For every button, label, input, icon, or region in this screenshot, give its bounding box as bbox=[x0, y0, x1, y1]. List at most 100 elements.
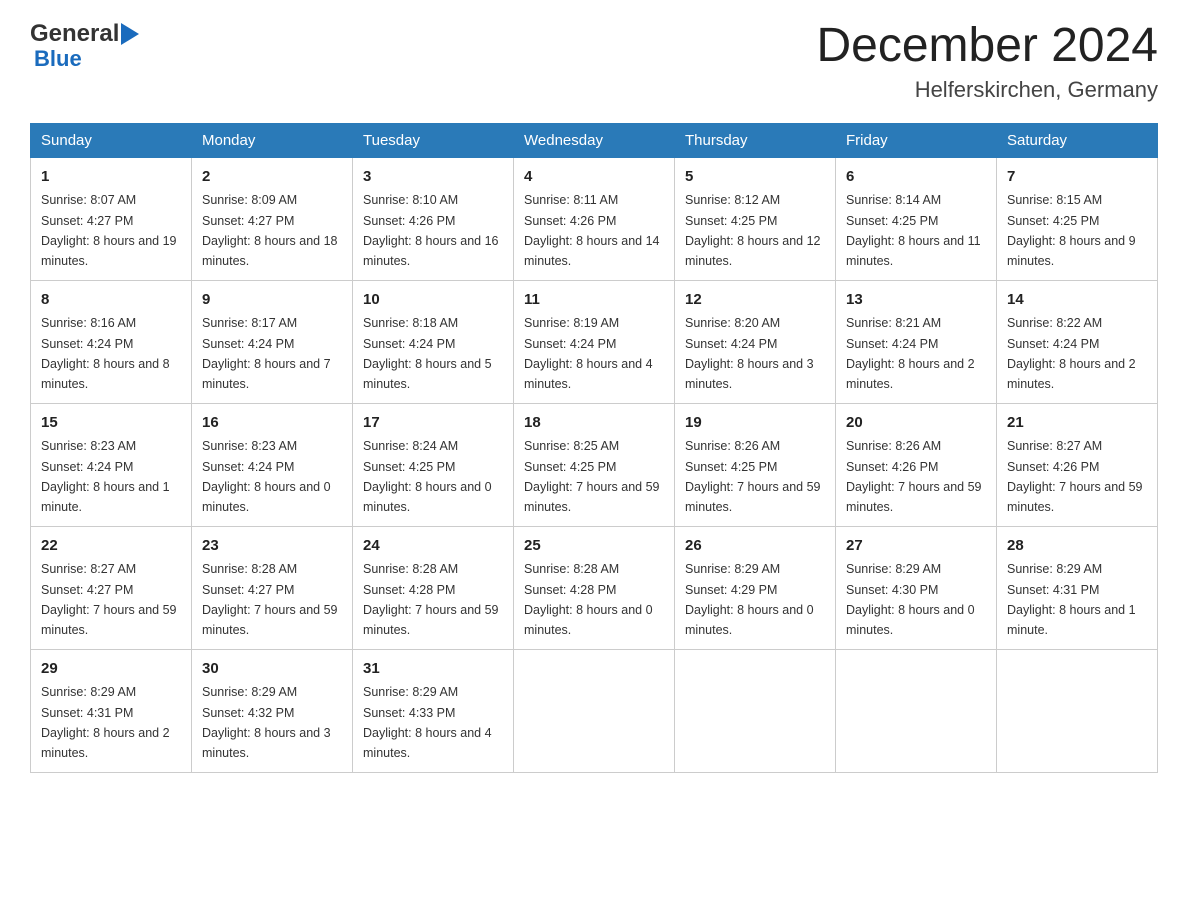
table-row: 10 Sunrise: 8:18 AMSunset: 4:24 PMDaylig… bbox=[353, 280, 514, 403]
day-number: 9 bbox=[202, 289, 342, 312]
month-title: December 2024 bbox=[816, 20, 1158, 73]
title-block: December 2024 Helferskirchen, Germany bbox=[816, 20, 1158, 103]
calendar-week-3: 15 Sunrise: 8:23 AMSunset: 4:24 PMDaylig… bbox=[31, 403, 1158, 526]
day-info: Sunrise: 8:19 AMSunset: 4:24 PMDaylight:… bbox=[524, 316, 653, 391]
table-row: 2 Sunrise: 8:09 AMSunset: 4:27 PMDayligh… bbox=[192, 157, 353, 280]
day-info: Sunrise: 8:16 AMSunset: 4:24 PMDaylight:… bbox=[41, 316, 170, 391]
day-info: Sunrise: 8:21 AMSunset: 4:24 PMDaylight:… bbox=[846, 316, 975, 391]
table-row: 7 Sunrise: 8:15 AMSunset: 4:25 PMDayligh… bbox=[997, 157, 1158, 280]
day-number: 23 bbox=[202, 535, 342, 558]
day-number: 8 bbox=[41, 289, 181, 312]
table-row: 6 Sunrise: 8:14 AMSunset: 4:25 PMDayligh… bbox=[836, 157, 997, 280]
logo-blue-text: Blue bbox=[34, 48, 82, 70]
table-row: 8 Sunrise: 8:16 AMSunset: 4:24 PMDayligh… bbox=[31, 280, 192, 403]
table-row: 17 Sunrise: 8:24 AMSunset: 4:25 PMDaylig… bbox=[353, 403, 514, 526]
day-number: 15 bbox=[41, 412, 181, 435]
day-info: Sunrise: 8:10 AMSunset: 4:26 PMDaylight:… bbox=[363, 193, 499, 268]
table-row bbox=[836, 649, 997, 772]
table-row: 3 Sunrise: 8:10 AMSunset: 4:26 PMDayligh… bbox=[353, 157, 514, 280]
col-thursday: Thursday bbox=[675, 123, 836, 157]
col-sunday: Sunday bbox=[31, 123, 192, 157]
day-number: 7 bbox=[1007, 166, 1147, 189]
day-number: 31 bbox=[363, 658, 503, 681]
day-number: 5 bbox=[685, 166, 825, 189]
table-row: 27 Sunrise: 8:29 AMSunset: 4:30 PMDaylig… bbox=[836, 526, 997, 649]
col-tuesday: Tuesday bbox=[353, 123, 514, 157]
calendar-week-1: 1 Sunrise: 8:07 AMSunset: 4:27 PMDayligh… bbox=[31, 157, 1158, 280]
table-row: 18 Sunrise: 8:25 AMSunset: 4:25 PMDaylig… bbox=[514, 403, 675, 526]
day-info: Sunrise: 8:29 AMSunset: 4:32 PMDaylight:… bbox=[202, 685, 331, 760]
day-info: Sunrise: 8:12 AMSunset: 4:25 PMDaylight:… bbox=[685, 193, 821, 268]
table-row: 5 Sunrise: 8:12 AMSunset: 4:25 PMDayligh… bbox=[675, 157, 836, 280]
day-info: Sunrise: 8:23 AMSunset: 4:24 PMDaylight:… bbox=[41, 439, 170, 514]
day-info: Sunrise: 8:22 AMSunset: 4:24 PMDaylight:… bbox=[1007, 316, 1136, 391]
calendar-week-5: 29 Sunrise: 8:29 AMSunset: 4:31 PMDaylig… bbox=[31, 649, 1158, 772]
table-row: 26 Sunrise: 8:29 AMSunset: 4:29 PMDaylig… bbox=[675, 526, 836, 649]
table-row bbox=[514, 649, 675, 772]
table-row: 14 Sunrise: 8:22 AMSunset: 4:24 PMDaylig… bbox=[997, 280, 1158, 403]
table-row: 29 Sunrise: 8:29 AMSunset: 4:31 PMDaylig… bbox=[31, 649, 192, 772]
day-info: Sunrise: 8:27 AMSunset: 4:26 PMDaylight:… bbox=[1007, 439, 1143, 514]
day-number: 12 bbox=[685, 289, 825, 312]
calendar-table: Sunday Monday Tuesday Wednesday Thursday… bbox=[30, 123, 1158, 773]
table-row: 13 Sunrise: 8:21 AMSunset: 4:24 PMDaylig… bbox=[836, 280, 997, 403]
day-number: 26 bbox=[685, 535, 825, 558]
day-number: 16 bbox=[202, 412, 342, 435]
day-info: Sunrise: 8:29 AMSunset: 4:29 PMDaylight:… bbox=[685, 562, 814, 637]
logo-arrow-icon bbox=[121, 23, 139, 45]
table-row: 21 Sunrise: 8:27 AMSunset: 4:26 PMDaylig… bbox=[997, 403, 1158, 526]
day-number: 22 bbox=[41, 535, 181, 558]
day-number: 10 bbox=[363, 289, 503, 312]
logo: General Blue bbox=[30, 20, 139, 70]
table-row: 11 Sunrise: 8:19 AMSunset: 4:24 PMDaylig… bbox=[514, 280, 675, 403]
day-info: Sunrise: 8:20 AMSunset: 4:24 PMDaylight:… bbox=[685, 316, 814, 391]
day-info: Sunrise: 8:26 AMSunset: 4:26 PMDaylight:… bbox=[846, 439, 982, 514]
calendar-week-4: 22 Sunrise: 8:27 AMSunset: 4:27 PMDaylig… bbox=[31, 526, 1158, 649]
day-number: 27 bbox=[846, 535, 986, 558]
page-header: General Blue December 2024 Helferskirche… bbox=[30, 20, 1158, 103]
table-row: 25 Sunrise: 8:28 AMSunset: 4:28 PMDaylig… bbox=[514, 526, 675, 649]
logo-general-text: General bbox=[30, 20, 119, 48]
day-number: 14 bbox=[1007, 289, 1147, 312]
day-number: 17 bbox=[363, 412, 503, 435]
day-number: 29 bbox=[41, 658, 181, 681]
table-row bbox=[997, 649, 1158, 772]
day-number: 1 bbox=[41, 166, 181, 189]
day-info: Sunrise: 8:07 AMSunset: 4:27 PMDaylight:… bbox=[41, 193, 177, 268]
header-row: Sunday Monday Tuesday Wednesday Thursday… bbox=[31, 123, 1158, 157]
day-info: Sunrise: 8:24 AMSunset: 4:25 PMDaylight:… bbox=[363, 439, 492, 514]
day-number: 25 bbox=[524, 535, 664, 558]
table-row: 19 Sunrise: 8:26 AMSunset: 4:25 PMDaylig… bbox=[675, 403, 836, 526]
day-number: 21 bbox=[1007, 412, 1147, 435]
table-row: 1 Sunrise: 8:07 AMSunset: 4:27 PMDayligh… bbox=[31, 157, 192, 280]
col-monday: Monday bbox=[192, 123, 353, 157]
table-row: 15 Sunrise: 8:23 AMSunset: 4:24 PMDaylig… bbox=[31, 403, 192, 526]
day-info: Sunrise: 8:28 AMSunset: 4:28 PMDaylight:… bbox=[524, 562, 653, 637]
table-row: 16 Sunrise: 8:23 AMSunset: 4:24 PMDaylig… bbox=[192, 403, 353, 526]
day-info: Sunrise: 8:27 AMSunset: 4:27 PMDaylight:… bbox=[41, 562, 177, 637]
col-wednesday: Wednesday bbox=[514, 123, 675, 157]
table-row: 4 Sunrise: 8:11 AMSunset: 4:26 PMDayligh… bbox=[514, 157, 675, 280]
table-row: 9 Sunrise: 8:17 AMSunset: 4:24 PMDayligh… bbox=[192, 280, 353, 403]
day-info: Sunrise: 8:11 AMSunset: 4:26 PMDaylight:… bbox=[524, 193, 660, 268]
col-friday: Friday bbox=[836, 123, 997, 157]
table-row: 28 Sunrise: 8:29 AMSunset: 4:31 PMDaylig… bbox=[997, 526, 1158, 649]
day-info: Sunrise: 8:25 AMSunset: 4:25 PMDaylight:… bbox=[524, 439, 660, 514]
day-number: 24 bbox=[363, 535, 503, 558]
table-row: 20 Sunrise: 8:26 AMSunset: 4:26 PMDaylig… bbox=[836, 403, 997, 526]
col-saturday: Saturday bbox=[997, 123, 1158, 157]
day-info: Sunrise: 8:26 AMSunset: 4:25 PMDaylight:… bbox=[685, 439, 821, 514]
day-info: Sunrise: 8:14 AMSunset: 4:25 PMDaylight:… bbox=[846, 193, 981, 268]
table-row: 23 Sunrise: 8:28 AMSunset: 4:27 PMDaylig… bbox=[192, 526, 353, 649]
day-info: Sunrise: 8:28 AMSunset: 4:28 PMDaylight:… bbox=[363, 562, 499, 637]
day-number: 4 bbox=[524, 166, 664, 189]
day-number: 3 bbox=[363, 166, 503, 189]
day-info: Sunrise: 8:15 AMSunset: 4:25 PMDaylight:… bbox=[1007, 193, 1136, 268]
day-number: 2 bbox=[202, 166, 342, 189]
day-info: Sunrise: 8:28 AMSunset: 4:27 PMDaylight:… bbox=[202, 562, 338, 637]
day-info: Sunrise: 8:29 AMSunset: 4:30 PMDaylight:… bbox=[846, 562, 975, 637]
calendar-week-2: 8 Sunrise: 8:16 AMSunset: 4:24 PMDayligh… bbox=[31, 280, 1158, 403]
day-info: Sunrise: 8:18 AMSunset: 4:24 PMDaylight:… bbox=[363, 316, 492, 391]
day-info: Sunrise: 8:29 AMSunset: 4:31 PMDaylight:… bbox=[41, 685, 170, 760]
day-info: Sunrise: 8:29 AMSunset: 4:31 PMDaylight:… bbox=[1007, 562, 1136, 637]
